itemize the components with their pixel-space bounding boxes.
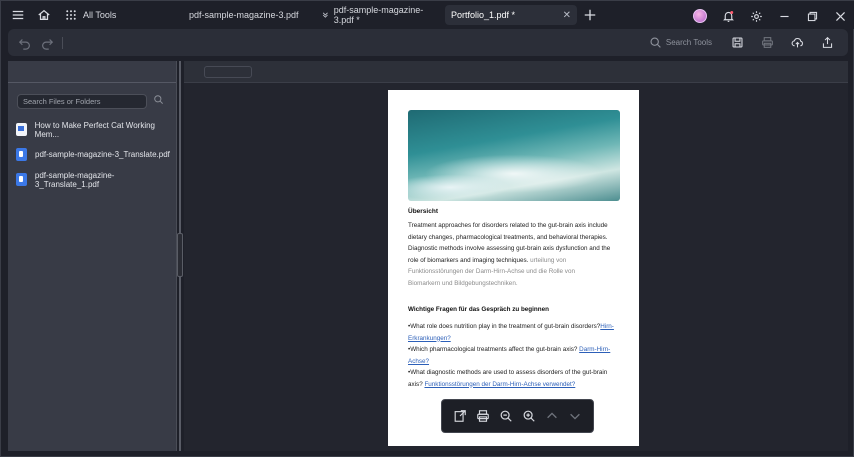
close-window-icon[interactable] (829, 5, 851, 27)
list-item[interactable]: pdf-sample-magazine-3_Translate_1.pdf (8, 167, 177, 192)
file-search-input[interactable] (17, 93, 147, 109)
viewer-header (184, 61, 848, 83)
list-item[interactable]: How to Make Perfect Cat Working Mem... (8, 117, 177, 142)
print-page-icon[interactable] (472, 405, 494, 427)
file-search-icon[interactable] (153, 92, 164, 110)
tab-label: pdf-sample-magazine-3.pdf * (333, 5, 424, 25)
notification-bell-icon[interactable] (717, 5, 739, 27)
question-line: •Which pharmacological treatments affect… (408, 344, 622, 356)
overview-ghost-line: Funktionsstörungen der Darm-Hirn-Achse u… (408, 268, 575, 275)
file-name: pdf-sample-magazine-3_Translate_1.pdf (34, 170, 115, 189)
save-icon[interactable] (726, 32, 748, 54)
file-name: pdf-sample-magazine-3_Translate.pdf (35, 150, 170, 159)
overview-ghost-line: Biomarkern und Bildgebungstechniken. (408, 279, 518, 287)
question-line: •What role does nutrition play in the tr… (408, 321, 622, 333)
search-tools-label: Search Tools (665, 38, 712, 47)
undo-icon[interactable] (14, 32, 36, 54)
overview-heading: Übersicht (408, 208, 438, 215)
grid-icon (66, 10, 76, 20)
question-line: •What diagnostic methods are used to ass… (408, 369, 608, 376)
main-toolbar: Search Tools (8, 29, 848, 56)
file-browser-panel: How to Make Perfect Cat Working Mem... p… (8, 61, 177, 451)
cloud-upload-icon[interactable] (786, 32, 808, 54)
file-list: How to Make Perfect Cat Working Mem... p… (8, 117, 177, 192)
tab-label: Portfolio_1.pdf * (451, 10, 516, 20)
share-export-icon[interactable] (816, 32, 838, 54)
overview-line: role of biomarkers and imaging technique… (408, 255, 622, 267)
minimize-icon[interactable] (773, 5, 795, 27)
overview-line: dietary changes, pharmacological treatme… (408, 233, 608, 241)
question-link-tail[interactable]: Darm-Hirn- (579, 346, 610, 353)
next-page-chevron-down-icon[interactable] (564, 405, 586, 427)
overview-line: Treatment approaches for disorders relat… (408, 222, 608, 229)
settings-gear-icon[interactable] (745, 5, 767, 27)
question-link[interactable]: Erkrankungen? (408, 333, 622, 345)
hamburger-menu-icon[interactable] (7, 4, 29, 26)
splitter-handle[interactable] (177, 233, 183, 277)
title-bar: All Tools pdf-sample-magazine-3.pdf pdf-… (1, 1, 854, 29)
overview-ghost-tail: urteilung von (530, 256, 567, 264)
question-text: •Which pharmacological treatments affect… (408, 346, 578, 353)
home-icon[interactable] (33, 4, 55, 26)
ocean-wave-image (408, 110, 620, 201)
viewer-header-button[interactable] (204, 66, 252, 78)
restore-icon[interactable] (801, 5, 823, 27)
floating-page-toolbar (441, 399, 594, 433)
word-document-icon (16, 123, 27, 136)
avatar-image (693, 9, 707, 23)
all-tools-label: All Tools (83, 10, 117, 20)
tab-portfolio-1[interactable]: Portfolio_1.pdf * ✕ (445, 5, 577, 25)
all-tools-button[interactable]: All Tools (65, 9, 116, 21)
question-text: •What role does nutrition play in the tr… (408, 323, 601, 330)
questions-list: •What role does nutrition play in the tr… (408, 321, 622, 390)
tab-pdf-sample-magazine-3-modified[interactable]: pdf-sample-magazine-3.pdf * (315, 5, 440, 25)
toolbar-divider (62, 36, 63, 49)
file-name: How to Make Perfect Cat Working Mem... (34, 120, 155, 139)
question-line: axis? Funktionsstörungen der Darm-Hirn-A… (408, 379, 622, 391)
print-icon[interactable] (756, 32, 778, 54)
redo-icon[interactable] (36, 32, 58, 54)
document-viewer: Übersicht Treatment approaches for disor… (184, 61, 848, 451)
new-tab-plus-icon[interactable] (579, 4, 601, 26)
file-panel-header (8, 61, 176, 83)
search-tools-button[interactable]: Search Tools (649, 36, 712, 49)
window-controls (689, 5, 851, 27)
question-link[interactable]: Achse? (408, 356, 622, 368)
zoom-in-icon[interactable] (518, 405, 540, 427)
tab-label: pdf-sample-magazine-3.pdf (189, 10, 299, 20)
search-icon (650, 37, 661, 48)
list-item[interactable]: pdf-sample-magazine-3_Translate.pdf (8, 142, 177, 167)
pdf-page: Übersicht Treatment approaches for disor… (388, 90, 639, 446)
overview-line-text: role of biomarkers and imaging technique… (408, 256, 529, 264)
export-page-icon[interactable] (449, 405, 471, 427)
file-search-row (17, 92, 164, 110)
overview-paragraph: Treatment approaches for disorders relat… (408, 220, 622, 289)
question-link-tail[interactable]: Hirn- (600, 323, 614, 330)
question-text: axis? (408, 380, 423, 388)
pdf-document-icon (16, 173, 27, 186)
app-window: All Tools pdf-sample-magazine-3.pdf pdf-… (0, 0, 854, 457)
toolbar-right-group: Search Tools (649, 29, 838, 56)
questions-heading: Wichtige Fragen für das Gespräch zu begi… (408, 306, 549, 313)
question-link[interactable]: Funktionsstörungen der Darm-Hirn-Achse v… (424, 381, 575, 388)
tab-close-icon[interactable]: ✕ (563, 10, 571, 21)
avatar[interactable] (689, 5, 711, 27)
overview-line: Diagnostic methods involve assessing gut… (408, 245, 611, 252)
tab-pdf-sample-magazine-3[interactable]: pdf-sample-magazine-3.pdf (183, 5, 309, 25)
pdf-document-icon (16, 148, 27, 161)
zoom-out-icon[interactable] (495, 405, 517, 427)
previous-page-chevron-up-icon[interactable] (541, 405, 563, 427)
chevron-down-double-icon (322, 12, 328, 18)
